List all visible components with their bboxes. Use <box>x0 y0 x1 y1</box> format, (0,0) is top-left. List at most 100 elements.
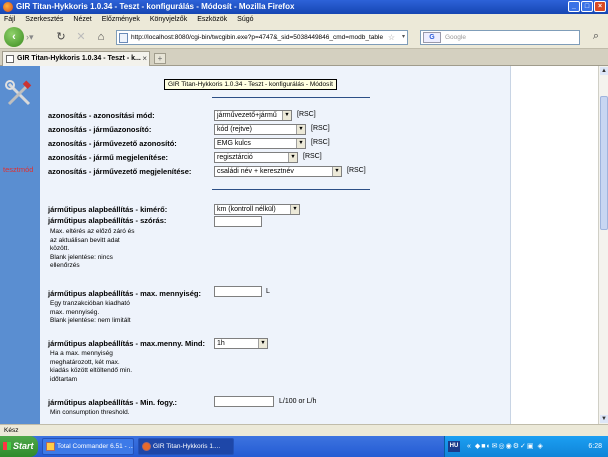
meter-select[interactable]: km (kontroll nélkül) ▼ <box>214 204 300 215</box>
chevron-down-icon: ▼ <box>282 111 291 120</box>
tab-close-icon[interactable]: × <box>142 52 147 66</box>
taskbar-item-label: Total Commander 6.51 - ... <box>57 443 134 450</box>
firefox-icon <box>142 442 151 451</box>
close-button[interactable]: × <box>594 1 606 12</box>
vehicle-id-rsc: [RSC] <box>311 125 330 132</box>
row-driver-id-label: azonosítás - járművezető azonosító: <box>48 139 177 148</box>
search-placeholder: Google <box>445 34 466 41</box>
vehicle-id-value: kód (rejtve) <box>217 126 253 133</box>
menu-file[interactable]: Fájl <box>4 14 15 25</box>
id-mode-value: járművezető+jármű <box>217 112 277 119</box>
language-indicator[interactable]: HU <box>448 441 460 452</box>
separator-top <box>212 97 370 98</box>
home-icon[interactable]: ⌂ <box>94 30 108 44</box>
reload-icon[interactable]: ↻ <box>54 30 68 44</box>
taskbar-item-firefox[interactable]: GIR Titan-Hykkoris 1.... <box>138 438 234 455</box>
bookmark-star-icon[interactable]: ☆ <box>388 31 395 44</box>
deviation-description: Max. eltérés az előző záró és az aktuáli… <box>50 228 135 271</box>
row-min-consumption-label: járműtipus alapbeállítás - Min. fogy.: <box>48 398 178 407</box>
scroll-down-icon[interactable]: ▼ <box>600 415 608 423</box>
desc-line: Blank jelentése: nincs <box>50 253 113 261</box>
min-interval-select[interactable]: 1h ▼ <box>214 338 268 349</box>
url-text: http://localhost:8080/cgi-bin/twcgibin.e… <box>131 34 384 41</box>
menu-edit[interactable]: Szerkesztés <box>25 14 63 25</box>
chevron-down-icon: ▼ <box>296 125 305 134</box>
search-input[interactable]: G Google ⌕ <box>420 30 599 45</box>
tab-page-icon <box>6 55 14 63</box>
forward-button[interactable]: ›▾ <box>26 31 40 44</box>
url-bar[interactable]: http://localhost:8080/cgi-bin/twcgibin.e… <box>116 30 408 45</box>
id-mode-rsc: [RSC] <box>297 111 316 118</box>
driver-id-rsc: [RSC] <box>311 139 330 146</box>
stop-icon[interactable]: ✕ <box>74 30 88 44</box>
maximize-button[interactable]: □ <box>581 1 593 12</box>
menu-view[interactable]: Nézet <box>73 14 91 25</box>
vehicle-id-select[interactable]: kód (rejtve) ▼ <box>214 124 306 135</box>
navigation-toolbar: ‹ ›▾ ↻ ✕ ⌂ http://localhost:8080/cgi-bin… <box>0 25 608 49</box>
start-label: Start <box>13 441 34 451</box>
new-tab-button[interactable]: + <box>154 53 166 64</box>
driver-id-select[interactable]: EMG kulcs ▼ <box>214 138 306 149</box>
menu-history[interactable]: Előzmények <box>102 14 140 25</box>
desc-line: meghatározott, két max. <box>50 358 120 366</box>
taskbar-item-label: GIR Titan-Hykkoris 1.... <box>153 443 221 450</box>
id-mode-select[interactable]: járművezető+jármű ▼ <box>214 110 292 121</box>
min-consumption-unit: L/100 or L/h <box>279 398 317 405</box>
max-quantity-description: Egy tranzakcióban kiadható max. mennyisé… <box>50 300 131 326</box>
back-button[interactable]: ‹ <box>4 27 24 47</box>
window-title: GIR Titan-Hykkoris 1.0.34 - Teszt - konf… <box>16 2 295 11</box>
max-quantity-input[interactable] <box>214 286 262 297</box>
min-interval-description: Ha a max. mennyiség meghatározott, két m… <box>50 350 132 384</box>
window-titlebar: GIR Titan-Hykkoris 1.0.34 - Teszt - konf… <box>0 0 608 14</box>
minimize-button[interactable]: _ <box>568 1 580 12</box>
tab-tooltip: GIR Titan-Hykkoris 1.0.34 - Teszt - konf… <box>164 79 337 90</box>
vehicle-display-select[interactable]: regisztárció ▼ <box>214 152 298 163</box>
page-icon <box>119 33 128 43</box>
min-consumption-input[interactable] <box>214 396 274 407</box>
desc-line: Egy tranzakcióban kiadható <box>50 300 130 307</box>
driver-display-select[interactable]: családi név + keresztnév ▼ <box>214 166 342 177</box>
search-icon[interactable]: ⌕ <box>593 30 599 43</box>
row-meter-label: járműtipus alapbeállítás - kimérő: <box>48 205 168 214</box>
row-max-quantity-label: járműtipus alapbeállítás - max. mennyisé… <box>48 289 201 298</box>
menu-help[interactable]: Súgó <box>237 14 253 25</box>
windows-logo-icon <box>3 442 11 450</box>
vertical-scrollbar[interactable]: ▲ ▼ <box>598 66 608 424</box>
desc-line: ellenőrzés <box>50 262 80 269</box>
tools-icon[interactable] <box>5 80 33 108</box>
taskbar-item-totalcmd[interactable]: Total Commander 6.51 - ... <box>42 438 134 455</box>
status-bar: Kész <box>0 424 608 436</box>
tab-label: GIR Titan-Hykkoris 1.0.34 - Teszt - k... <box>17 55 141 62</box>
firefox-icon <box>3 2 13 12</box>
meter-value: km (kontroll nélkül) <box>217 206 276 213</box>
start-button[interactable]: Start <box>0 436 38 457</box>
desc-line: Ha a max. mennyiség <box>50 350 113 357</box>
row-vehicle-id-label: azonosítás - járműazonosító: <box>48 125 152 134</box>
menu-tools[interactable]: Eszközök <box>197 14 227 25</box>
system-tray: HU « ◆■◐✉◎◉⚙✓▣ ◈ 6:28 <box>444 436 608 457</box>
desc-line: Min consumption threshold. <box>50 409 130 416</box>
status-text: Kész <box>4 427 19 434</box>
tab-active[interactable]: GIR Titan-Hykkoris 1.0.34 - Teszt - k...… <box>2 51 150 66</box>
vehicle-display-rsc: [RSC] <box>303 153 322 160</box>
row-deviation-label: járműtipus alapbeállítás - szórás: <box>48 216 167 225</box>
config-form: azonosítás - azonosítási mód: járművezet… <box>40 66 510 424</box>
deviation-input[interactable] <box>214 216 262 227</box>
clock: 6:28 <box>588 443 602 450</box>
menu-bar: Fájl Szerkesztés Nézet Előzmények Könyvj… <box>0 14 608 25</box>
scrollbar-thumb[interactable] <box>600 96 608 230</box>
driver-display-value: családi név + keresztnév <box>217 168 294 175</box>
search-engine-icon[interactable]: G <box>423 32 441 43</box>
right-margin <box>510 66 598 424</box>
tab-bar: GIR Titan-Hykkoris 1.0.34 - Teszt - k...… <box>0 49 608 66</box>
tray-icons[interactable]: « ◆■◐✉◎◉⚙✓▣ ◈ <box>467 442 544 450</box>
row-vehicle-display-label: azonosítás - jármű megjelenítése: <box>48 153 169 162</box>
url-dropdown-icon[interactable]: ▾ <box>402 31 405 44</box>
menu-bookmarks[interactable]: Könyvjelzők <box>150 14 187 25</box>
desc-line: között. <box>50 245 70 252</box>
desc-line: Blank jelentése: nem limitált <box>50 317 131 324</box>
chevron-down-icon: ▼ <box>258 339 267 348</box>
chevron-down-icon: ▼ <box>290 205 299 214</box>
scroll-up-icon[interactable]: ▲ <box>600 67 608 75</box>
driver-display-rsc: [RSC] <box>347 167 366 174</box>
